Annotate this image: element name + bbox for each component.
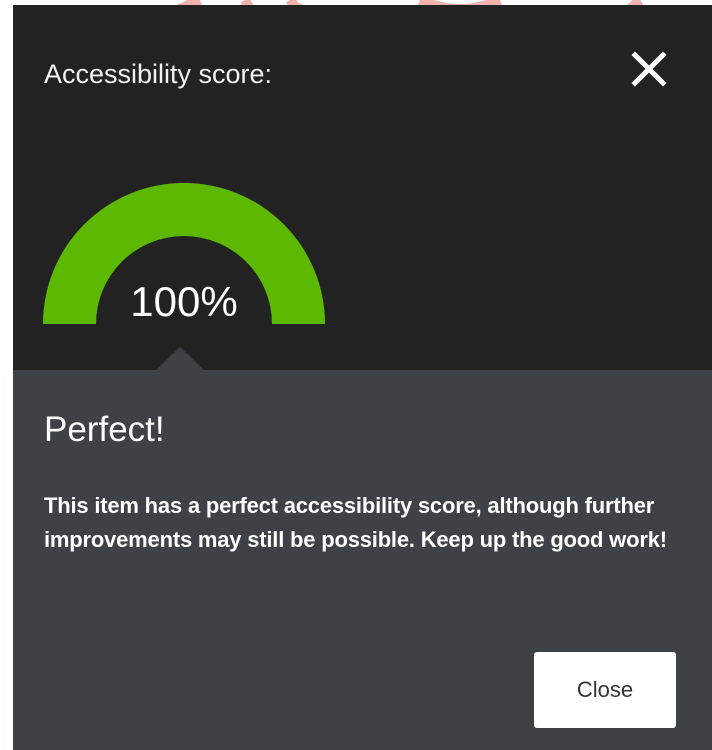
close-x-icon[interactable] bbox=[625, 45, 673, 93]
accessibility-dialog: Accessibility score: 100% Perfect! This … bbox=[13, 5, 712, 750]
pointer-triangle bbox=[155, 347, 205, 371]
result-title: Perfect! bbox=[44, 410, 165, 449]
page: Accessibility score: 100% Perfect! This … bbox=[0, 0, 712, 750]
gauge-value-label: 100% bbox=[130, 278, 238, 325]
result-description: This item has a perfect accessibility sc… bbox=[44, 493, 667, 552]
dialog-title: Accessibility score: bbox=[44, 59, 273, 89]
close-button[interactable]: Close bbox=[534, 652, 676, 728]
dialog-header: Accessibility score: 100% bbox=[13, 5, 712, 370]
